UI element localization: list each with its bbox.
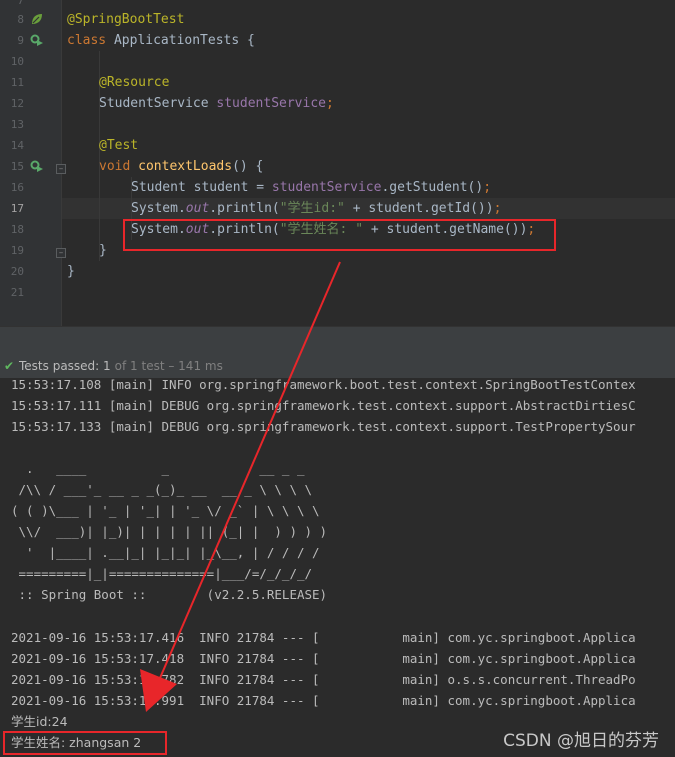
- line-number: 11: [10, 76, 24, 89]
- console-line: ( ( )\___ | '_ | '_| | '_ \/ _` | \ \ \ …: [11, 503, 320, 518]
- test-status-bar: ✔ Tests passed: 1 of 1 test – 141 ms: [0, 354, 675, 378]
- run-test-icon[interactable]: [30, 159, 44, 173]
- line-number: 12: [10, 97, 24, 110]
- line-number: 9: [17, 34, 24, 47]
- code-line[interactable]: }: [67, 261, 75, 282]
- code-line[interactable]: StudentService studentService;: [99, 93, 334, 114]
- passed-count: Tests passed: 1: [19, 359, 111, 373]
- run-tool-window-header: [0, 326, 675, 355]
- run-test-icon[interactable]: [30, 33, 44, 47]
- output-highlight-box: [3, 731, 167, 755]
- check-icon: ✔: [4, 359, 15, 373]
- line-number: 15: [10, 160, 24, 173]
- code-line[interactable]: @SpringBootTest: [67, 9, 184, 30]
- console-line: /\\ / ___'_ __ _ _(_)_ __ __ _ \ \ \ \: [11, 482, 313, 497]
- console-line: \\/ ___)| |_)| | | | | || (_| | ) ) ) ): [11, 524, 328, 539]
- test-summary: of 1 test – 141 ms: [114, 359, 223, 373]
- code-line[interactable]: void contextLoads() {: [99, 156, 263, 177]
- console-line: 15:53:17.108 [main] INFO org.springframe…: [11, 378, 636, 392]
- code-highlight-box: [123, 219, 556, 251]
- line-number: 19: [10, 244, 24, 257]
- console-line: 15:53:17.133 [main] DEBUG org.springfram…: [11, 419, 636, 434]
- console-line: 2021-09-16 15:53:17.416 INFO 21784 --- […: [11, 630, 636, 645]
- line-number: 21: [10, 286, 24, 299]
- console-line: 15:53:17.111 [main] DEBUG org.springfram…: [11, 398, 636, 413]
- line-number: 14: [10, 139, 24, 152]
- code-line[interactable]: @Test: [99, 135, 138, 156]
- code-line[interactable]: @Resource: [99, 72, 169, 93]
- line-number: 8: [17, 13, 24, 26]
- line-number: 16: [10, 181, 24, 194]
- code-line[interactable]: }: [99, 240, 107, 261]
- fold-marker-icon[interactable]: −: [56, 248, 66, 258]
- console-line: :: Spring Boot :: (v2.2.5.RELEASE): [11, 587, 328, 602]
- line-number: 18: [10, 223, 24, 236]
- console-line: . ____ _ __ _ _: [11, 461, 305, 476]
- code-line[interactable]: class ApplicationTests {: [67, 30, 255, 51]
- console-line: =========|_|==============|___/=/_/_/_/: [11, 566, 313, 581]
- fold-marker-icon[interactable]: −: [56, 164, 66, 174]
- console-output[interactable]: 15:53:17.108 [main] INFO org.springframe…: [0, 378, 675, 757]
- code-line[interactable]: System.out.println("学生id:" + student.get…: [131, 198, 501, 219]
- line-number: 17: [10, 202, 24, 215]
- line-number: 10: [10, 55, 24, 68]
- line-number: 13: [10, 118, 24, 131]
- line-number: 20: [10, 265, 24, 278]
- console-line: ' |____| .__|_| |_|_| |_\__, | / / / /: [11, 545, 320, 560]
- console-line: 2021-09-16 15:53:18.782 INFO 21784 --- […: [11, 672, 636, 687]
- console-line: 学生id:24: [11, 714, 68, 729]
- csdn-watermark: CSDN @旭日的芬芳: [503, 731, 659, 751]
- spring-bean-icon[interactable]: [30, 12, 44, 26]
- console-line: 2021-09-16 15:53:17.418 INFO 21784 --- […: [11, 651, 636, 666]
- console-line: 2021-09-16 15:53:18.991 INFO 21784 --- […: [11, 693, 636, 708]
- code-line[interactable]: Student student = studentService.getStud…: [131, 177, 491, 198]
- tests-passed-label: Tests passed: 1 of 1 test – 141 ms: [19, 354, 223, 378]
- code-editor[interactable]: 7 8 9 10 11 12 13 14 15 16 17 18 19 20 2…: [0, 0, 675, 326]
